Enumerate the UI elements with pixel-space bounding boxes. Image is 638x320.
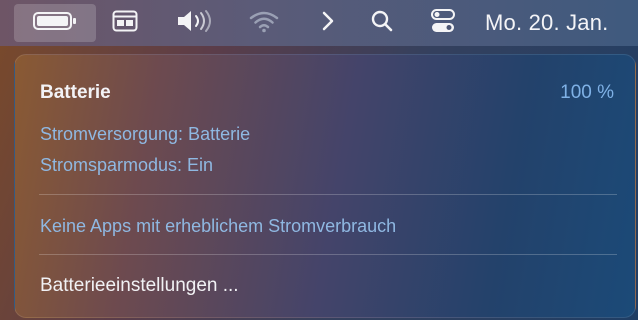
- power-source-status: Stromversorgung: Batterie: [40, 124, 251, 144]
- wifi-icon: [249, 9, 279, 38]
- battery-menu-button[interactable]: [14, 4, 96, 42]
- spotlight-search-button[interactable]: [362, 0, 402, 46]
- menu-divider: [39, 254, 617, 255]
- wifi-menu-button[interactable]: [238, 0, 290, 46]
- chevron-right-icon: [321, 10, 335, 37]
- battery-menu-panel: Batterie 100 % Stromversorgung: Batterie…: [14, 54, 636, 318]
- battery-percentage: 100 %: [560, 82, 614, 103]
- search-icon: [370, 9, 394, 38]
- volume-menu-button[interactable]: [166, 0, 224, 46]
- control-center-button[interactable]: [420, 0, 466, 46]
- battery-full-icon: [33, 11, 77, 36]
- battery-settings-menu-item[interactable]: Batterieeinstellungen ...: [40, 275, 239, 297]
- menu-extra-button[interactable]: [106, 0, 144, 46]
- menu-bar: Mo. 20. Jan.: [0, 0, 638, 46]
- menu-bar-clock[interactable]: Mo. 20. Jan.: [485, 0, 637, 46]
- menu-divider: [39, 194, 617, 195]
- battery-menu-title: Batterie: [40, 82, 111, 103]
- speaker-volume-icon: [175, 9, 215, 38]
- low-power-mode-status: Stromsparmodus: Ein: [40, 155, 214, 175]
- control-center-icon: [430, 8, 456, 39]
- window-menu-icon: [112, 10, 138, 37]
- energy-apps-note: Keine Apps mit erheblichem Stromverbrauc…: [40, 216, 397, 236]
- menu-extras-chevron-button[interactable]: [308, 0, 348, 46]
